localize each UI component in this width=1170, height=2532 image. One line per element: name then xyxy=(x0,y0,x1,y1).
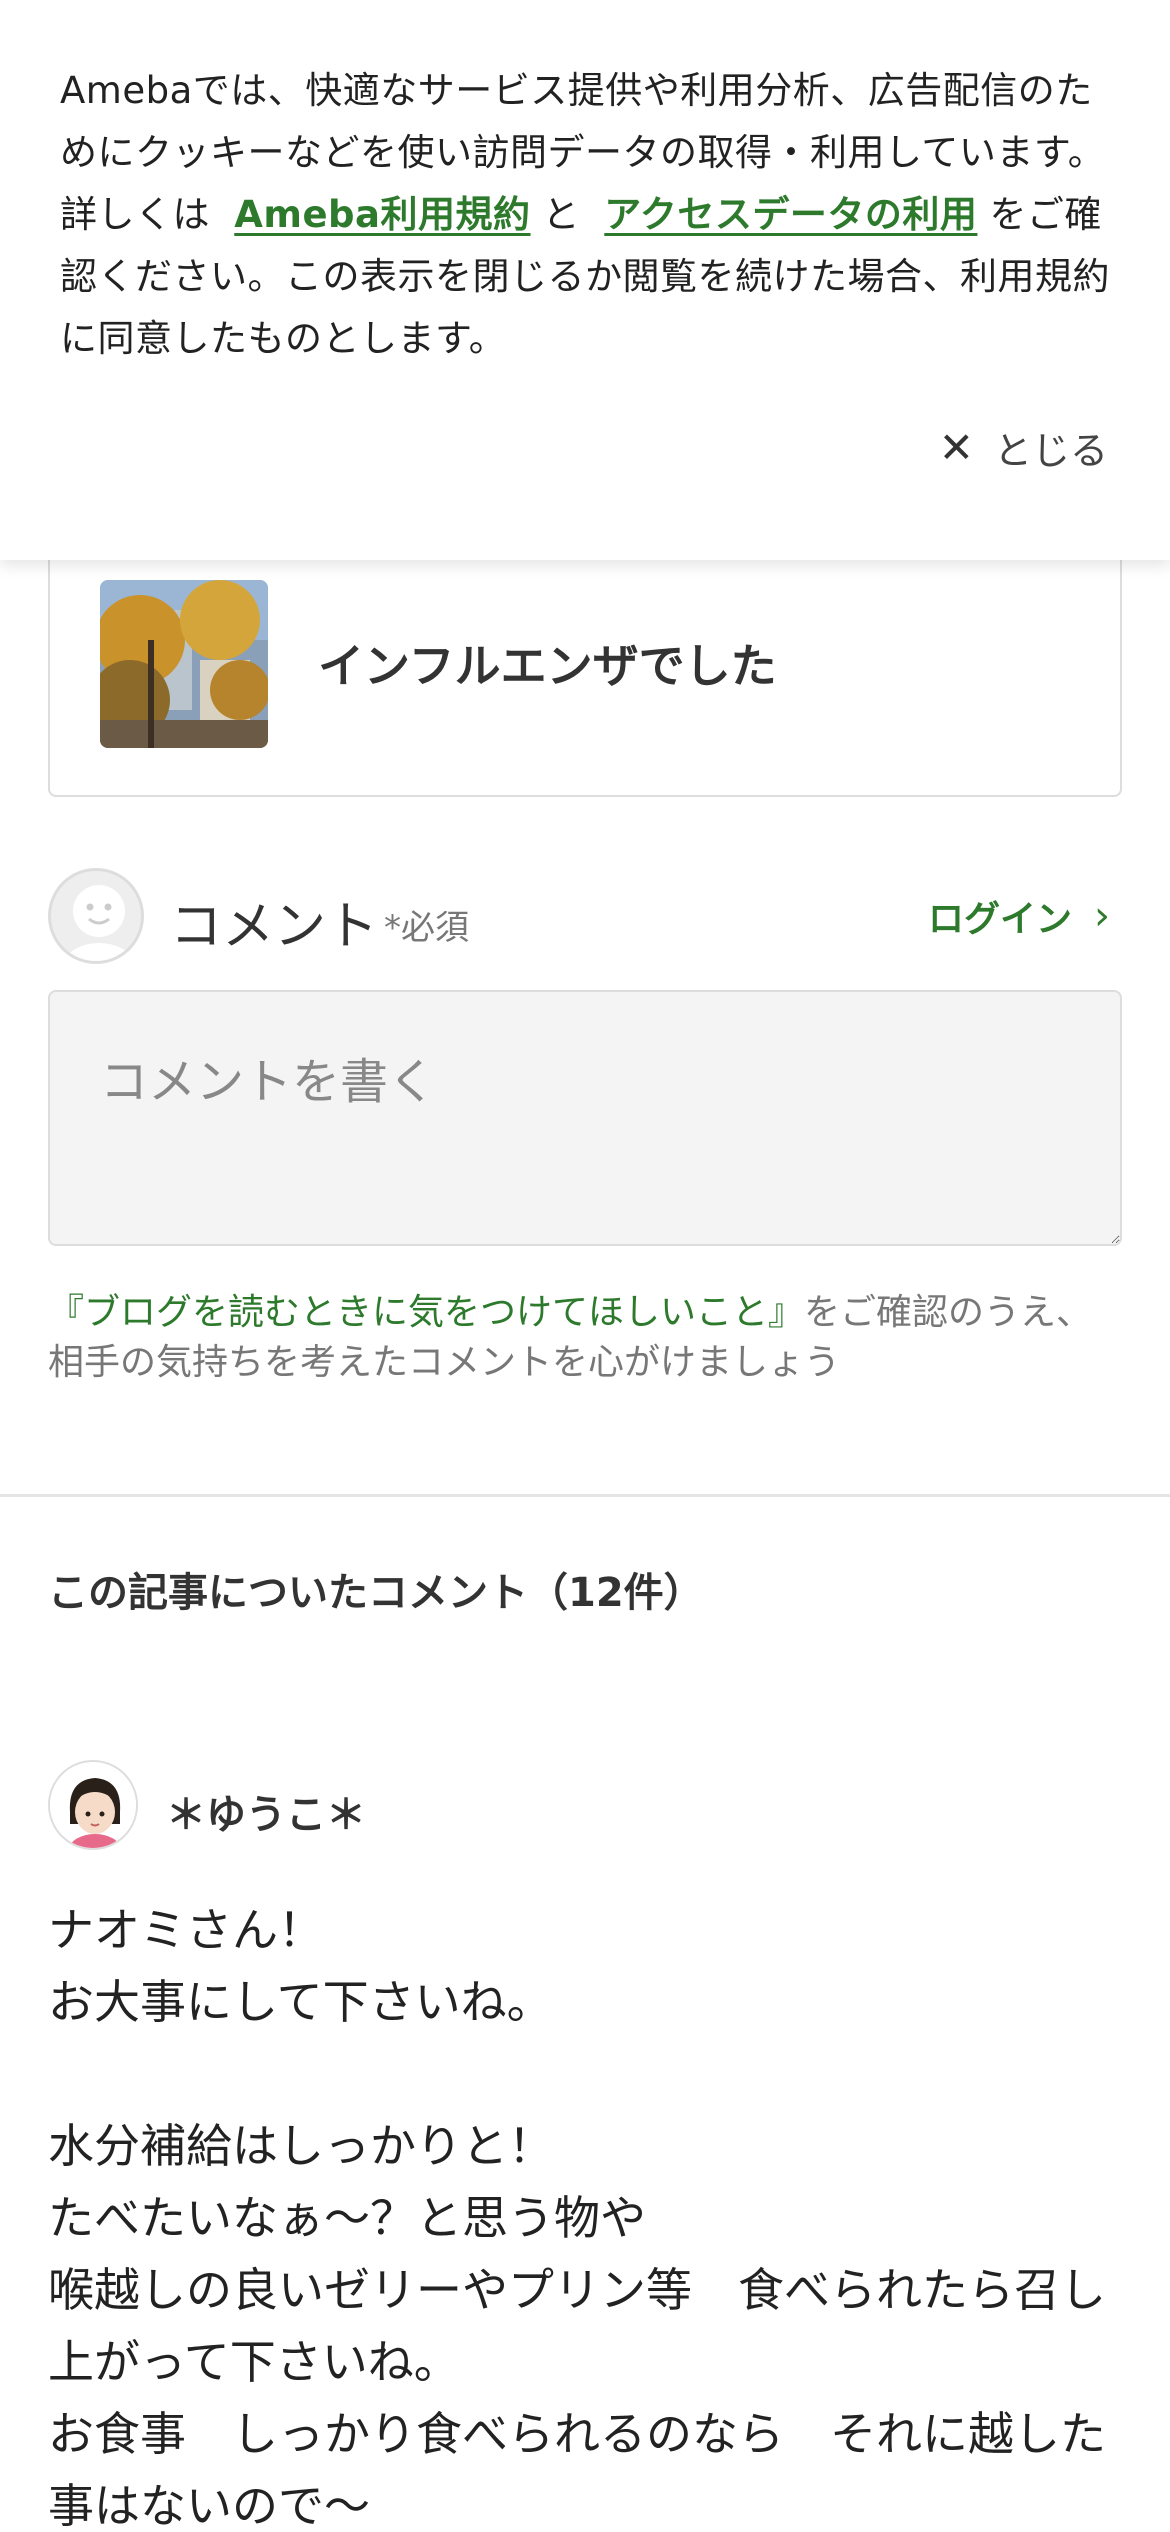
comment-author-name[interactable]: ＊ゆうこ＊ xyxy=(166,1782,366,1840)
comments-section-title: この記事についたコメント（12件） xyxy=(48,1570,704,1616)
required-label: *必須 xyxy=(384,908,469,948)
comment-input[interactable] xyxy=(48,990,1122,1246)
guideline-link[interactable]: 『ブログを読むときに気をつけてほしいこと』 xyxy=(48,1292,804,1333)
section-divider xyxy=(0,1494,1170,1497)
comment-label: コメント xyxy=(170,897,379,957)
article-thumbnail xyxy=(100,580,268,748)
terms-link[interactable]: Ameba利用規約 xyxy=(234,193,530,236)
close-label: とじる xyxy=(993,429,1108,473)
cookie-close-button[interactable]: ✕ とじる xyxy=(939,420,1108,475)
comment-guideline: 『ブログを読むときに気をつけてほしいこと』をご確認のうえ、相手の気持ちを考えたコ… xyxy=(48,1288,1128,1388)
article-card[interactable]: インフルエンザでした xyxy=(48,520,1122,797)
login-label: ログイン xyxy=(927,899,1072,940)
login-link[interactable]: ログイン › xyxy=(928,890,1110,942)
default-avatar-icon xyxy=(48,868,144,964)
chevron-right-icon: › xyxy=(1094,893,1110,939)
cookie-conjunction: と xyxy=(542,193,581,236)
access-data-link[interactable]: アクセスデータの利用 xyxy=(604,193,977,236)
article-title[interactable]: インフルエンザでした xyxy=(318,630,777,696)
cookie-banner: Amebaでは、快適なサービス提供や利用分析、広告配信のためにクッキーなどを使い… xyxy=(0,0,1170,560)
close-icon: ✕ xyxy=(938,423,974,472)
comment-form-header: コメント *必須 ログイン › xyxy=(48,868,1122,968)
comment-body: ナオミさん！ お大事にして下さいね。 水分補給はしっかりと！ たべたいなぁ〜？と… xyxy=(48,1903,1106,2532)
comment-author[interactable]: ＊ゆうこ＊ xyxy=(48,1760,1122,1852)
cookie-notice-text: Amebaでは、快適なサービス提供や利用分析、広告配信のためにクッキーなどを使い… xyxy=(60,60,1110,370)
avatar[interactable] xyxy=(48,1760,138,1850)
